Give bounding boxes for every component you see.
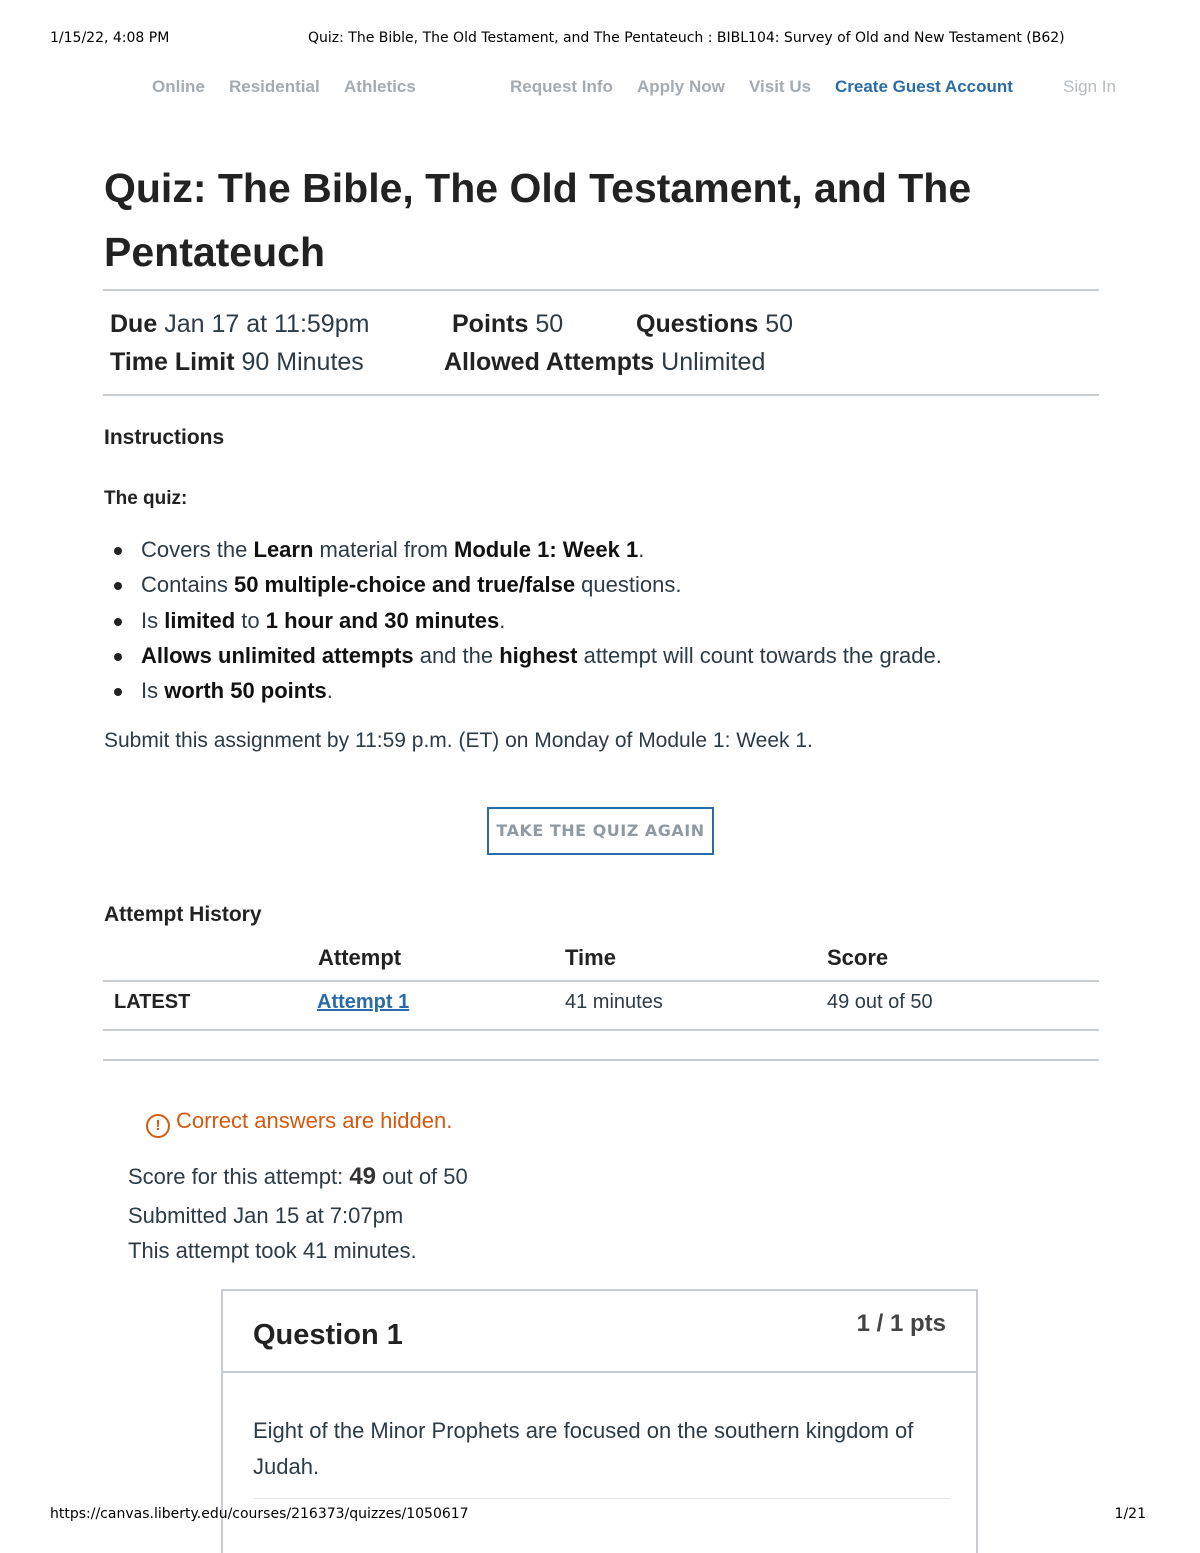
instruction-text: and the [413, 642, 500, 668]
instructions-list: Covers the Learn material from Module 1:… [104, 533, 942, 709]
questions-value: 50 [765, 310, 794, 338]
sign-in-link[interactable]: Sign In [1063, 77, 1116, 97]
quiz-questions: Questions 50 [636, 310, 793, 339]
instruction-text: . [499, 607, 506, 633]
duration-line: This attempt took 41 minutes. [128, 1238, 417, 1263]
column-header-score: Score [827, 945, 889, 970]
submit-note: Submit this assignment by 11:59 p.m. (ET… [104, 729, 813, 752]
quiz-allowed-attempts: Allowed Attempts Unlimited [444, 348, 765, 377]
print-url: https://canvas.liberty.edu/courses/21637… [50, 1506, 469, 1522]
attempt-time: 41 minutes [565, 991, 663, 1013]
attempts-value: Unlimited [661, 348, 766, 376]
instruction-text: questions. [575, 572, 682, 598]
attempt-score-line: Score for this attempt: 49 out of 50 [128, 1163, 468, 1191]
points-value: 50 [535, 310, 564, 338]
score-prefix: Score for this attempt: [128, 1164, 350, 1189]
score-value: 49 [349, 1163, 377, 1190]
attempt-1-link[interactable]: Attempt 1 [317, 991, 409, 1014]
latest-tag: LATEST [114, 991, 191, 1013]
print-doc-title: Quiz: The Bible, The Old Testament, and … [308, 30, 1065, 46]
due-label: Due [110, 310, 158, 338]
instruction-item: Is worth 50 points. [104, 674, 942, 709]
question-points: 1 / 1 pts [856, 1310, 946, 1337]
table-row-divider [103, 1029, 1099, 1031]
attempt-score: 49 out of 50 [827, 991, 933, 1013]
quiz-time-limit: Time Limit 90 Minutes [110, 348, 364, 377]
take-quiz-again-button[interactable]: TAKE THE QUIZ AGAIN [487, 807, 714, 855]
instructions-intro: The quiz: [104, 488, 188, 509]
instruction-text: attempt will count towards the grade. [577, 642, 942, 668]
question-title: Question 1 [253, 1319, 403, 1351]
instruction-emphasis: worth 50 points [164, 678, 327, 704]
column-header-attempt: Attempt [318, 945, 402, 970]
question-divider [253, 1498, 950, 1499]
divider [103, 394, 1099, 396]
instructions-heading: Instructions [104, 426, 225, 449]
instruction-text: Is [141, 607, 165, 633]
quiz-due: Due Jan 17 at 11:59pm [110, 310, 369, 339]
answers-hidden-notice: ! Correct answers are hidden. [146, 1108, 452, 1138]
score-suffix: out of 50 [376, 1164, 468, 1189]
table-header-divider [103, 980, 1099, 982]
print-footer: https://canvas.liberty.edu/courses/21637… [50, 1506, 1150, 1526]
quiz-points: Points 50 [452, 310, 563, 339]
time-limit-value: 90 Minutes [241, 348, 364, 376]
instruction-emphasis: 1 hour and 30 minutes [265, 607, 500, 633]
divider [103, 1059, 1099, 1061]
answers-hidden-text: Correct answers are hidden. [176, 1108, 453, 1133]
page-title: Quiz: The Bible, The Old Testament, and … [104, 165, 972, 275]
instruction-text: . [326, 678, 333, 704]
instruction-item: Is limited to 1 hour and 30 minutes. [104, 604, 942, 639]
instruction-item: Covers the Learn material from Module 1:… [104, 533, 942, 568]
points-label: Points [452, 310, 529, 338]
instruction-emphasis: highest [499, 642, 578, 668]
instruction-item: Contains 50 multiple-choice and true/fal… [104, 568, 942, 603]
top-navigation: Online Residential Athletics Request Inf… [0, 77, 1200, 101]
create-guest-account-link[interactable]: Create Guest Account [835, 77, 1013, 97]
divider [103, 289, 1099, 291]
instruction-emphasis: Module 1: Week 1 [454, 537, 639, 562]
instruction-emphasis: Allows unlimited attempts [141, 642, 414, 668]
column-header-time: Time [565, 945, 616, 970]
instruction-text: to [235, 607, 266, 633]
instruction-item: Allows unlimited attempts and the highes… [104, 639, 942, 674]
nav-apply-now-link[interactable]: Apply Now [637, 77, 725, 97]
attempts-label: Allowed Attempts [444, 348, 655, 376]
attempt-history-heading: Attempt History [104, 903, 262, 926]
nav-residential-link[interactable]: Residential [229, 77, 320, 97]
instruction-text: Covers the [141, 537, 254, 562]
nav-athletics-link[interactable]: Athletics [344, 77, 416, 97]
instruction-emphasis: 50 multiple-choice and true/false [233, 572, 576, 598]
instruction-text: . [638, 537, 645, 562]
nav-online-link[interactable]: Online [152, 77, 205, 97]
nav-request-info-link[interactable]: Request Info [510, 77, 613, 97]
submitted-line: Submitted Jan 15 at 7:07pm [128, 1203, 404, 1228]
instruction-text: Contains [141, 572, 234, 598]
print-page-number: 1/21 [1114, 1506, 1146, 1522]
nav-visit-us-link[interactable]: Visit Us [749, 77, 811, 97]
print-datetime: 1/15/22, 4:08 PM [50, 30, 170, 46]
print-header: 1/15/22, 4:08 PM Quiz: The Bible, The Ol… [50, 30, 1150, 50]
question-text: Eight of the Minor Prophets are focused … [253, 1418, 914, 1479]
warning-icon: ! [146, 1114, 170, 1138]
questions-label: Questions [636, 310, 759, 338]
time-limit-label: Time Limit [110, 348, 235, 376]
question-header: Question 1 1 / 1 pts [223, 1291, 976, 1373]
due-value: Jan 17 at 11:59pm [164, 310, 370, 338]
instruction-text: material from [313, 537, 455, 562]
instruction-emphasis: limited [164, 607, 236, 633]
instruction-text: Is [141, 678, 165, 704]
instruction-emphasis: Learn [253, 537, 314, 562]
